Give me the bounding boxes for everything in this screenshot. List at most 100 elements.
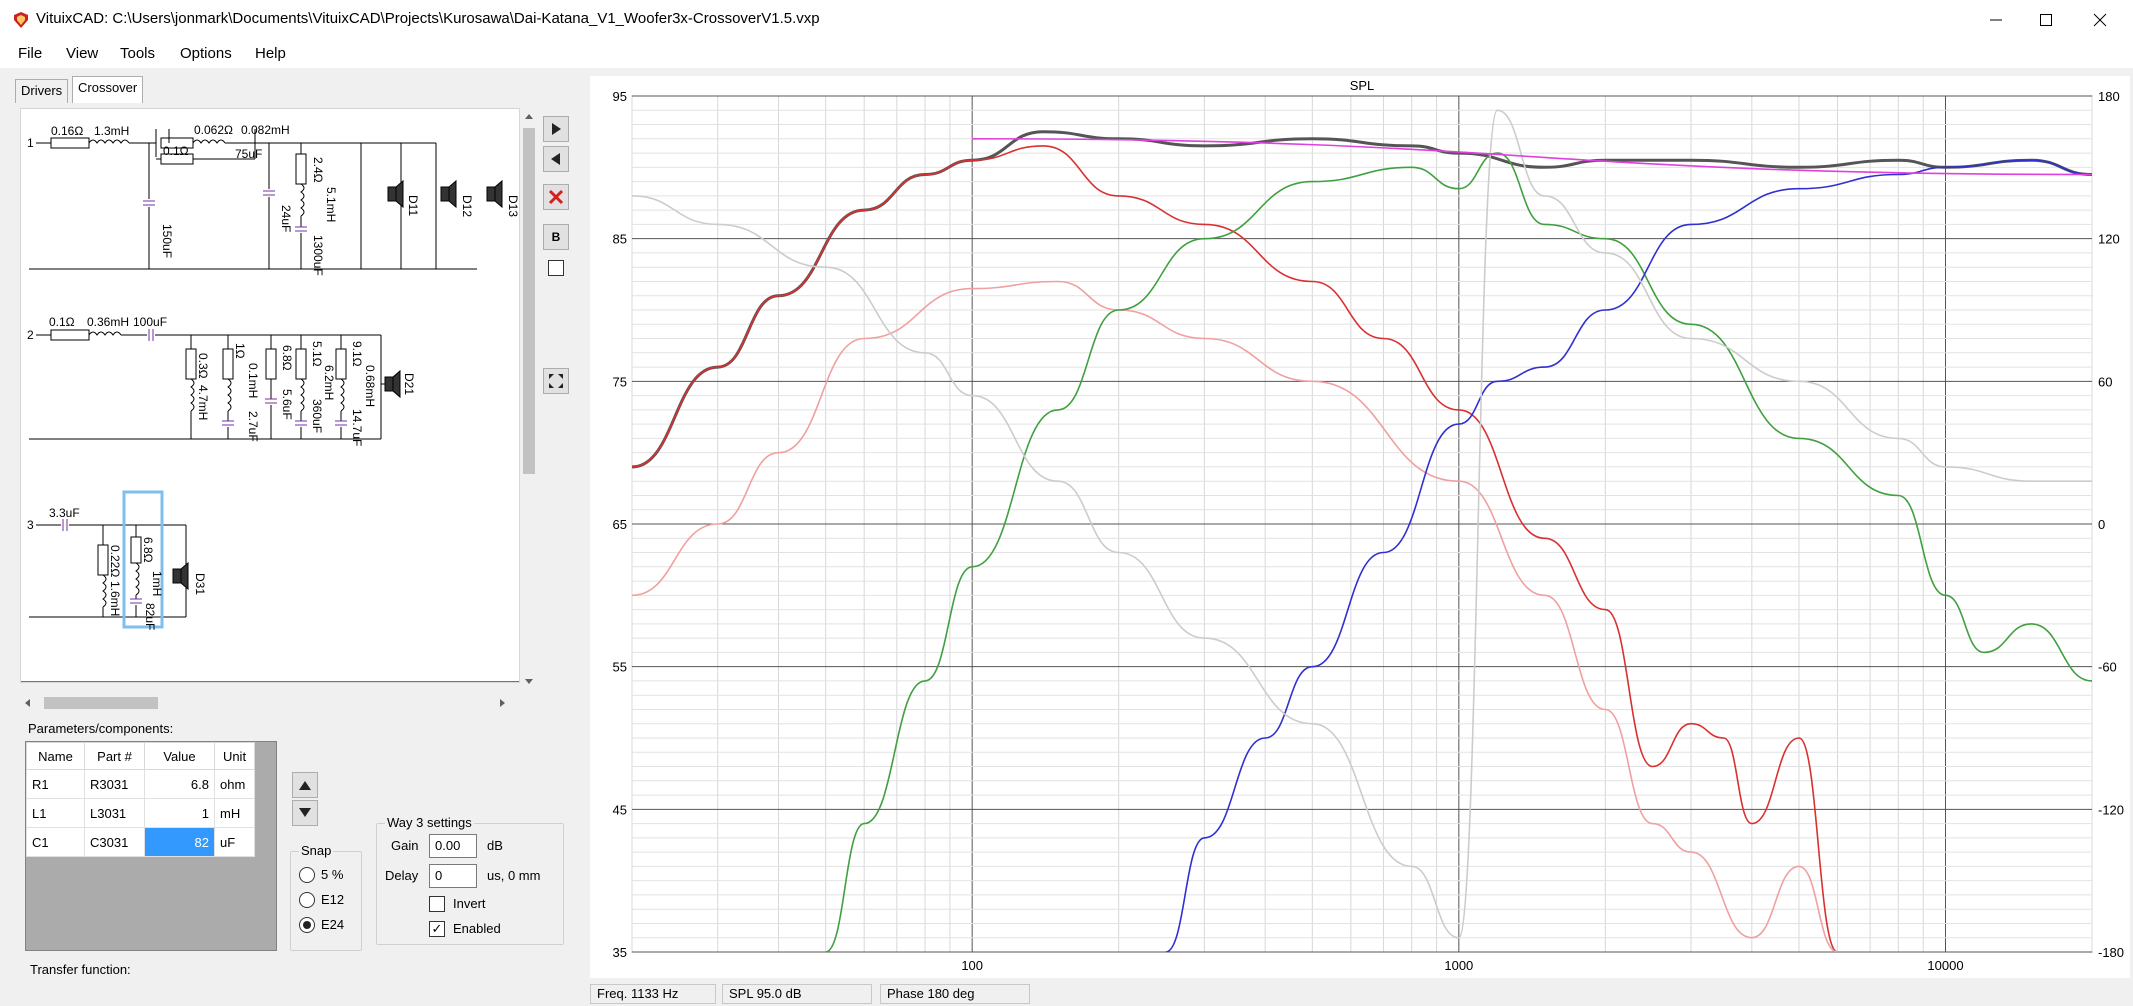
cell-unit[interactable]: ohm [214, 769, 255, 799]
close-button[interactable] [2070, 0, 2130, 40]
cell-part[interactable]: L3031 [84, 798, 145, 828]
driver-d11[interactable] [387, 186, 397, 202]
schematic-hscrollbar[interactable] [20, 694, 520, 712]
scroll-right-icon [500, 699, 505, 707]
gain-input[interactable]: 0.00 [429, 834, 477, 858]
label-w3-4: 1mH [150, 571, 164, 596]
gain-unit: dB [487, 838, 503, 853]
delay-input[interactable]: 0 [429, 864, 477, 888]
params-header-row: Name Part # Value Unit [26, 742, 255, 770]
label-w1-8: 2.4Ω [311, 157, 325, 183]
cell-part[interactable]: C3031 [84, 827, 145, 857]
chart-grid [631, 95, 2093, 953]
maximize-icon [2040, 14, 2052, 26]
label-w1-7: 24uF [279, 205, 293, 232]
driver-d12[interactable] [440, 186, 450, 202]
move-up-button[interactable] [292, 772, 318, 798]
cell-name[interactable]: R1 [26, 769, 85, 799]
schematic-vscrollbar[interactable] [520, 108, 538, 690]
way1-r1[interactable] [50, 137, 90, 149]
tab-drivers[interactable]: Drivers [15, 79, 69, 103]
y-left-tick-label: 45 [613, 802, 627, 817]
tab-crossover[interactable]: Crossover [72, 76, 144, 103]
status-spl: SPL 95.0 dB [722, 984, 872, 1004]
y-left-tick-label: 75 [613, 374, 627, 389]
add-back-button[interactable] [543, 146, 569, 172]
label-w1-4: 0.1Ω [163, 144, 189, 158]
y-right-tick-label: -120 [2098, 802, 2124, 817]
cell-name[interactable]: C1 [26, 827, 85, 857]
cell-value[interactable]: 1 [144, 798, 215, 828]
label-w2-15: 14.7uF [350, 409, 364, 446]
col-part[interactable]: Part # [84, 742, 145, 770]
schematic-canvas: 1 0.16Ω 1.3mH 0.062Ω 0.082mH 0.1Ω 75uF 1… [21, 123, 519, 682]
move-down-button[interactable] [292, 800, 318, 826]
y-right-tick-label: -180 [2098, 945, 2124, 960]
label-w3-6: D31 [193, 573, 207, 595]
delete-button[interactable] [543, 184, 569, 210]
play-right-icon [552, 123, 561, 135]
invert-label: Invert [453, 896, 486, 911]
way2-number: 2 [27, 328, 34, 342]
table-row[interactable]: L1 L3031 1 mH [26, 798, 255, 828]
b-button[interactable]: B [543, 224, 569, 250]
driver-d31[interactable] [172, 568, 182, 584]
menu-help[interactable]: Help [255, 45, 286, 62]
cell-value[interactable]: 6.8 [144, 769, 215, 799]
triangle-up-icon [299, 781, 311, 790]
delay-label: Delay [385, 868, 419, 883]
cell-name[interactable]: L1 [26, 798, 85, 828]
label-w2-12: 360uF [310, 399, 324, 433]
snap-radio-e24[interactable] [299, 917, 315, 933]
vscroll-graphics [523, 114, 535, 684]
series-line-6 [972, 138, 2092, 176]
spl-chart[interactable]: SPL 95 85 75 65 55 45 35 180 120 60 0 -60 -120 -180 10… [590, 76, 2130, 978]
table-row[interactable]: C1 C3031 82 uF [26, 827, 255, 857]
x-tick-label: 10000 [1927, 958, 1963, 973]
label-w1-0: 0.16Ω [51, 124, 83, 138]
scroll-left-icon [25, 699, 30, 707]
menu-view[interactable]: View [66, 45, 98, 62]
label-w1-3: 0.082mH [241, 123, 290, 137]
red-x-icon [548, 189, 564, 205]
chart-series [632, 109, 2092, 952]
enabled-checkbox[interactable]: ✓ [429, 921, 445, 937]
maximize-button[interactable] [2016, 0, 2076, 40]
label-w2-5: 1Ω [233, 343, 247, 359]
window-title: VituixCAD: C:\Users\jonmark\Documents\Vi… [36, 10, 820, 27]
menu-tools[interactable]: Tools [120, 45, 155, 62]
menu-file[interactable]: File [18, 45, 42, 62]
label-w2-0: 0.1Ω [49, 315, 75, 329]
side-checkbox[interactable] [548, 260, 564, 276]
col-value[interactable]: Value [144, 742, 215, 770]
crossover-schematic[interactable]: 1 0.16Ω 1.3mH 0.062Ω 0.082mH 0.1Ω 75uF 1… [20, 108, 520, 683]
add-forward-button[interactable] [543, 116, 569, 142]
snap-radio-5pct[interactable] [299, 867, 315, 883]
gain-label: Gain [391, 838, 419, 853]
table-row[interactable]: R1 R3031 6.8 ohm [26, 769, 255, 799]
y-left-tick-label: 95 [613, 89, 627, 104]
cell-unit[interactable]: mH [214, 798, 255, 828]
cell-unit[interactable]: uF [214, 827, 255, 857]
col-unit[interactable]: Unit [214, 742, 255, 770]
status-freq: Freq. 1133 Hz [590, 984, 716, 1004]
invert-checkbox[interactable] [429, 896, 445, 912]
params-table[interactable]: Name Part # Value Unit R1 R3031 6.8 ohm … [25, 741, 277, 951]
y-left-tick-label: 85 [613, 232, 627, 247]
way1-number: 1 [27, 136, 34, 150]
spl-graph[interactable]: SPL 95 85 75 65 55 45 35 180 120 60 0 -60 -120 -180 10… [590, 76, 2130, 978]
vituixcad-logo-icon [14, 12, 28, 28]
driver-d21[interactable] [384, 376, 394, 392]
fit-view-button[interactable] [543, 368, 569, 394]
enabled-label: Enabled [453, 921, 501, 936]
vscroll-thumb [523, 128, 535, 474]
snap-radio-e12[interactable] [299, 892, 315, 908]
label-w2-10: 5.1Ω [310, 341, 324, 367]
minimize-icon [1990, 19, 2002, 21]
driver-d13[interactable] [486, 186, 496, 202]
scroll-up-icon [525, 114, 533, 119]
cell-value-selected[interactable]: 82 [144, 827, 215, 857]
cell-part[interactable]: R3031 [84, 769, 145, 799]
col-name[interactable]: Name [26, 742, 85, 770]
menu-options[interactable]: Options [180, 45, 232, 62]
